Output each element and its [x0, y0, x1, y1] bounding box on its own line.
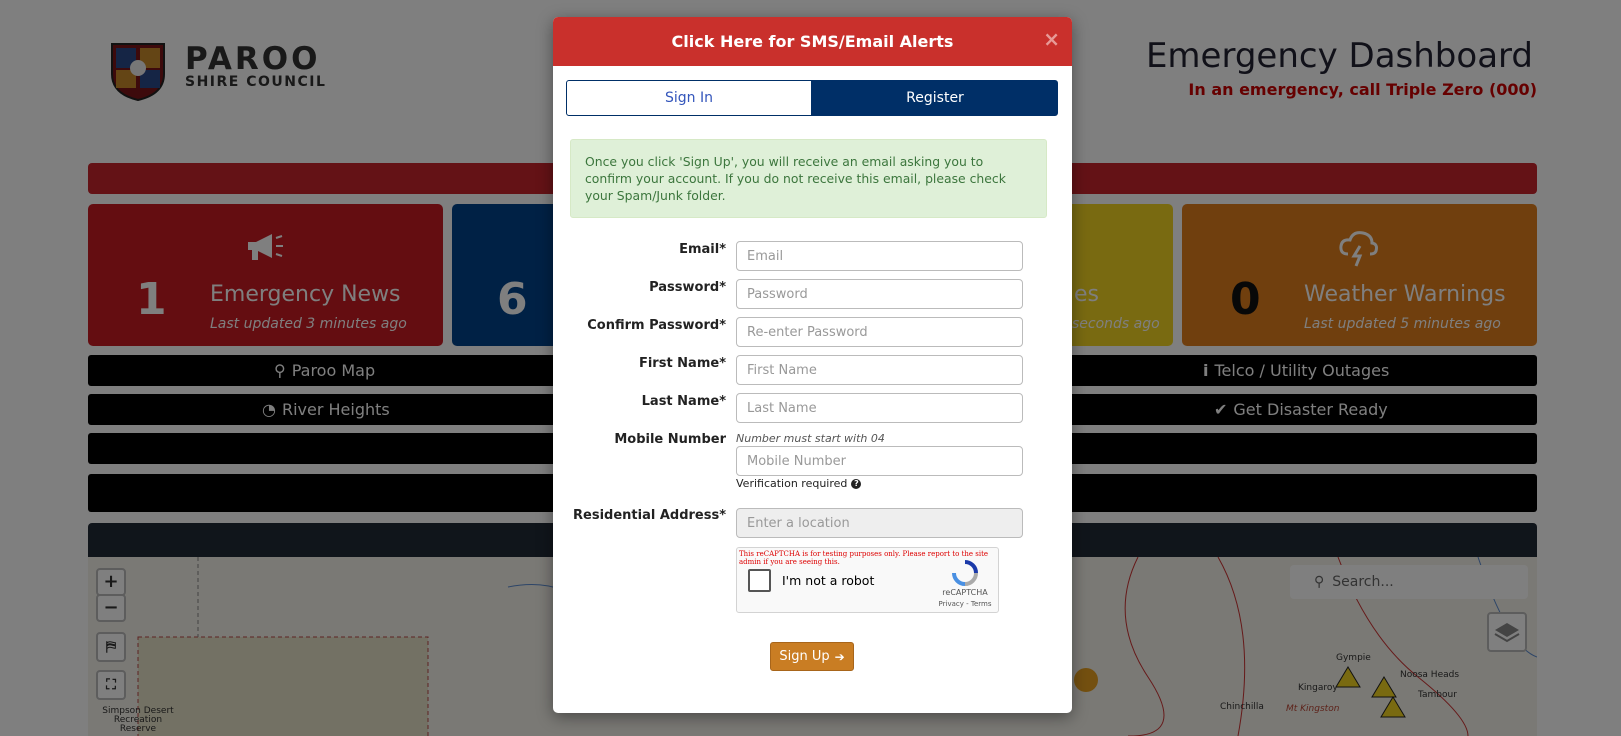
confirm-password-label: Confirm Password*: [587, 318, 726, 333]
recaptcha-label: I'm not a robot: [782, 573, 875, 588]
close-icon[interactable]: ×: [1043, 17, 1060, 61]
first-name-label: First Name*: [638, 356, 726, 371]
email-label: Email*: [679, 242, 726, 257]
last-name-label: Last Name*: [641, 394, 726, 409]
recaptcha-brand: reCAPTCHA: [942, 588, 988, 597]
residential-address-field[interactable]: [736, 508, 1023, 538]
recaptcha-checkbox[interactable]: [748, 569, 771, 592]
alerts-modal: Click Here for SMS/Email Alerts × Sign I…: [553, 17, 1072, 713]
mobile-number-label: Mobile Number: [614, 432, 726, 447]
auth-tabs: Sign In Register: [566, 80, 1058, 116]
question-circle-icon[interactable]: ?: [851, 478, 862, 489]
sign-up-button[interactable]: Sign Up ➔: [770, 642, 854, 671]
tab-register[interactable]: Register: [812, 80, 1058, 116]
modal-header[interactable]: Click Here for SMS/Email Alerts ×: [553, 17, 1072, 66]
recaptcha-links[interactable]: Privacy - Terms: [937, 600, 993, 608]
residential-address-label: Residential Address*: [573, 508, 726, 523]
sign-in-arrow-icon: ➔: [834, 649, 845, 664]
verification-note: Verification required ?: [736, 477, 862, 490]
page: PAROO SHIRE COUNCIL Emergency Dashboard …: [0, 0, 1621, 736]
recaptcha-logo-icon: [952, 560, 978, 586]
mobile-number-field[interactable]: [736, 446, 1023, 476]
mobile-number-hint: Number must start with 04: [736, 432, 885, 445]
confirm-password-field[interactable]: [736, 317, 1023, 347]
recaptcha-widget: This reCAPTCHA is for testing purposes o…: [736, 547, 999, 613]
first-name-field[interactable]: [736, 355, 1023, 385]
email-field[interactable]: [736, 241, 1023, 271]
modal-title: Click Here for SMS/Email Alerts: [671, 32, 954, 51]
password-label: Password*: [649, 280, 726, 295]
last-name-field[interactable]: [736, 393, 1023, 423]
password-field[interactable]: [736, 279, 1023, 309]
tab-sign-in[interactable]: Sign In: [566, 80, 812, 116]
signup-info-message: Once you click 'Sign Up', you will recei…: [570, 139, 1047, 218]
